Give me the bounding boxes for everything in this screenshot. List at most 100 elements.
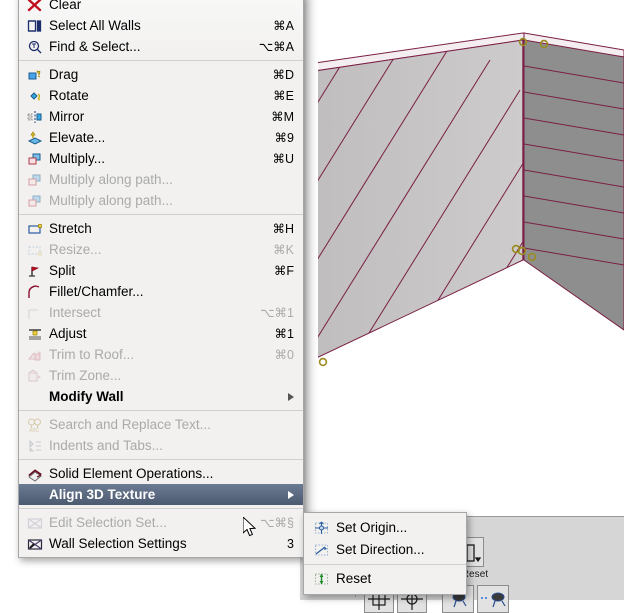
drag-icon <box>28 69 41 79</box>
solid-element-operations-icon <box>26 466 46 482</box>
menu-item-find-select[interactable]: Find & Select... ⌥⌘A <box>19 36 303 57</box>
menu-item-label: Rotate <box>49 87 89 103</box>
menu-separator <box>19 60 303 61</box>
no-icon <box>26 487 46 503</box>
indents-tabs-icon <box>26 438 46 454</box>
resize-icon <box>26 242 46 258</box>
menu-item-shortcut: ⌘A <box>273 19 294 33</box>
adjust-icon <box>29 328 41 340</box>
svg-text:ABC: ABC <box>29 428 40 433</box>
multiply-icon <box>26 151 46 167</box>
menu-item-label: Clear <box>49 0 82 12</box>
menu-item-label: Search and Replace Text... <box>49 416 211 432</box>
menu-item-reset[interactable]: Reset <box>304 568 466 590</box>
multiply-icon <box>28 174 41 185</box>
indents-tabs-icon <box>29 439 41 451</box>
menu-item-shortcut: ⌥⌘A <box>258 40 294 54</box>
menu-item-shortcut: ⌘0 <box>274 348 294 362</box>
menu-item-resize: Resize... ⌘K <box>19 239 303 260</box>
menu-item-label: Multiply along path... <box>49 192 173 208</box>
menu-item-shortcut: ⌘M <box>271 110 294 124</box>
menu-item-select-all-walls[interactable]: Select All Walls ⌘A <box>19 15 303 36</box>
menu-item-drag[interactable]: Drag ⌘D <box>19 64 303 85</box>
intersect-icon <box>28 307 38 319</box>
trim-to-roof-icon <box>27 350 41 360</box>
menu-item-elevate[interactable]: Elevate... ⌘9 <box>19 127 303 148</box>
menu-item-set-origin[interactable]: Set Origin... <box>304 517 466 539</box>
menu-item-set-direction[interactable]: Set Direction... <box>304 539 466 561</box>
menu-item-label: Split <box>49 262 76 278</box>
menu-item-shortcut: ⌥⌘1 <box>260 306 294 320</box>
menu-item-label: Intersect <box>49 304 101 320</box>
menu-separator <box>304 564 466 565</box>
fillet-chamfer-icon <box>26 284 46 300</box>
menu-item-wall-selection-settings[interactable]: Wall Selection Settings 3 <box>19 533 303 554</box>
menu-item-shortcut: ⌘E <box>273 89 294 103</box>
menu-item-clear[interactable]: Clear <box>19 0 303 15</box>
search-replace-text-icon: ABC <box>27 417 42 434</box>
stretch-icon <box>26 221 46 237</box>
mirror-icon <box>26 109 46 125</box>
menu-item-trim-to-roof: Trim to Roof... ⌘0 <box>19 344 303 365</box>
menu-item-shortcut: ⌘9 <box>274 131 294 145</box>
menu-item-adjust[interactable]: Adjust ⌘1 <box>19 323 303 344</box>
find-select-icon <box>26 39 46 55</box>
menu-item-shortcut: ⌘K <box>273 243 294 257</box>
menu-item-shortcut: 3 <box>287 536 294 551</box>
menu-item-label: Drag <box>49 66 79 82</box>
menu-item-label: Mirror <box>49 108 85 124</box>
edit-selection-set-icon <box>26 515 46 531</box>
drag-icon <box>26 67 46 83</box>
split-icon <box>29 266 40 277</box>
set-origin-icon <box>313 520 333 536</box>
menu-item-align-3d-texture[interactable]: Align 3D Texture <box>19 484 303 505</box>
menu-item-shortcut: ⌥⌘§ <box>260 516 294 530</box>
submenu-arrow-icon <box>288 392 294 401</box>
elevate-icon <box>27 130 43 145</box>
menu-item-mirror[interactable]: Mirror ⌘M <box>19 106 303 127</box>
menu-item-label: Wall Selection Settings <box>49 535 187 551</box>
menu-item-label: Modify Wall <box>49 388 124 404</box>
menu-item-label: Trim Zone... <box>49 367 122 383</box>
menu-item-edit-selection-set: Edit Selection Set... ⌥⌘§ <box>19 512 303 533</box>
menu-item-label: Indents and Tabs... <box>49 437 163 453</box>
wall-selection-settings-icon <box>27 538 43 550</box>
menu-item-search-and-replace-text: ABC Search and Replace Text... <box>19 414 303 435</box>
menu-separator <box>19 214 303 215</box>
menu-item-label: Find & Select... <box>49 38 141 54</box>
mirror-icon <box>27 110 42 123</box>
elevate-icon <box>26 130 46 146</box>
wall-right-face <box>523 39 624 331</box>
menu-item-split[interactable]: Split ⌘F <box>19 260 303 281</box>
menu-item-label: Solid Element Operations... <box>49 465 214 481</box>
menu-item-rotate[interactable]: Rotate ⌘E <box>19 85 303 106</box>
reset-texture-icon <box>313 571 333 587</box>
menu-item-label: Trim to Roof... <box>49 346 135 362</box>
menu-item-label: Resize... <box>49 241 102 257</box>
menu-item-shortcut: ⌘1 <box>274 327 294 341</box>
menu-item-label: Reset <box>336 571 372 587</box>
trim-zone-icon <box>26 368 46 384</box>
menu-item-modify-wall[interactable]: Modify Wall <box>19 386 303 407</box>
menu-item-label: Multiply along path... <box>49 171 173 187</box>
multiply-icon <box>26 193 46 209</box>
clear-x-icon <box>27 0 42 11</box>
menu-item-label: Set Direction... <box>336 542 425 558</box>
menu-item-label: Stretch <box>49 220 92 236</box>
find-select-icon <box>28 40 42 53</box>
split-icon <box>26 263 46 279</box>
align-3d-texture-submenu[interactable]: Set Origin... Set Direction... Reset <box>303 512 467 595</box>
reset-target-button[interactable] <box>477 585 509 613</box>
menu-item-label: Select All Walls <box>49 17 141 33</box>
menu-item-fillet-chamfer[interactable]: Fillet/Chamfer... <box>19 281 303 302</box>
menu-item-label: Adjust <box>49 325 87 341</box>
multiply-icon <box>28 153 41 164</box>
menu-item-stretch[interactable]: Stretch ⌘H <box>19 218 303 239</box>
set-direction-icon <box>314 544 329 556</box>
menu-item-solid-element-operations[interactable]: Solid Element Operations... <box>19 463 303 484</box>
multiply-icon <box>26 172 46 188</box>
menu-item-multiply-along-path: Multiply along path... <box>19 190 303 211</box>
menu-item-multiply[interactable]: Multiply... ⌘U <box>19 148 303 169</box>
menu-item-indents-and-tabs: Indents and Tabs... <box>19 435 303 456</box>
wall-context-menu[interactable]: Clear Select All Walls ⌘A Find & Select... ⌥… <box>18 0 304 558</box>
